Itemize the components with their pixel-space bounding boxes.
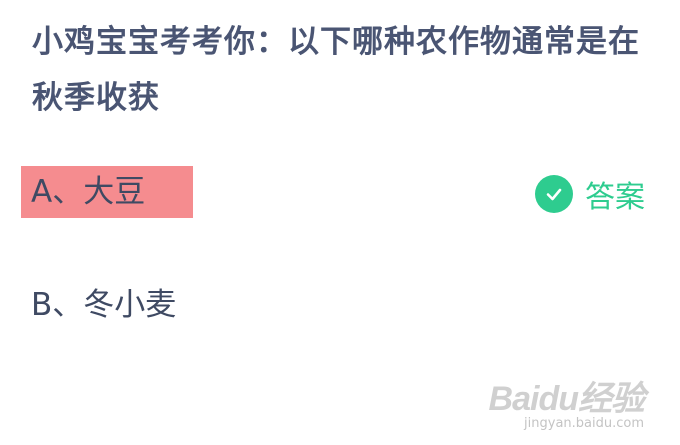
watermark-url: jingyan.baidu.com — [524, 416, 644, 431]
question-text: 小鸡宝宝考考你：以下哪种农作物通常是在秋季收获 — [32, 24, 640, 116]
check-circle-icon — [535, 175, 573, 213]
option-a[interactable]: A、大豆 — [21, 166, 193, 218]
baidu-jingyan-watermark: Baidu经验 jingyan.baidu.com — [488, 380, 645, 431]
option-b[interactable]: B、冬小麦 — [31, 279, 176, 331]
answer-label: 答案 — [585, 180, 645, 215]
answer-indicator[interactable]: 答案 — [535, 175, 645, 215]
watermark-brand: Baidu经验 — [488, 380, 645, 418]
